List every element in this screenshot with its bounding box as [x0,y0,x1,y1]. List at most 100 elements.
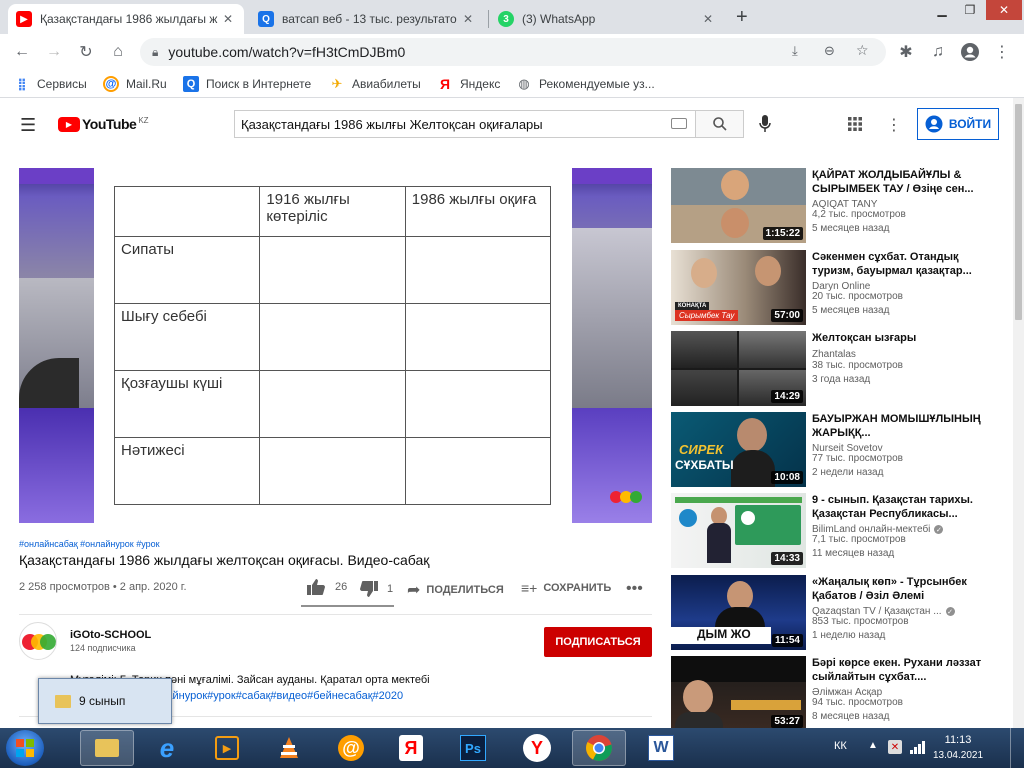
back-icon[interactable]: ← [10,40,34,64]
new-tab-button[interactable]: + [736,6,748,29]
microphone-icon[interactable] [758,114,772,139]
home-icon[interactable]: ⌂ [106,40,130,64]
tab-whatsapp[interactable]: 3 (3) WhatsApp ✕ [490,4,724,34]
related-video[interactable]: СИРЕК СҰХБАТЫ 10:08 БАУЫРЖАН МОМЫШҰЛЫНЫҢ… [671,412,1011,487]
youtube-logo[interactable]: ▶ YouTube KZ [58,116,149,132]
menu-icon[interactable]: ⋮ [990,40,1014,64]
minimize-button[interactable]: ▁ [928,0,956,20]
more-actions-icon[interactable]: ••• [626,580,643,598]
apps-icon[interactable] [848,117,862,136]
restore-button[interactable]: ❐ [956,0,984,20]
related-views: 77 тыс. просмотров [812,453,903,464]
table-row-label: Нәтижесі [113,437,261,505]
lock-icon: 🔒︎ [152,44,159,59]
bookmark-label: Сервисы [37,77,87,91]
profile-icon[interactable] [958,40,982,64]
subscriber-count: 124 подписчика [70,643,136,653]
related-video[interactable]: 53:27 Бәрі көрсе екен. Рухани ләззат сый… [671,656,1011,731]
related-video[interactable]: КОНАҚТА Сырымбек Тау 57:00 Сәкенмен сұхб… [671,250,1011,325]
related-title: «Жаңалық көп» - Тұрсынбек Қабатов / Әзіл… [812,576,967,602]
close-tab-icon[interactable]: ✕ [460,12,476,26]
close-window-button[interactable]: ✕ [986,0,1022,20]
save-label: СОХРАНИТЬ [543,582,612,594]
address-bar[interactable]: 🔒︎ youtube.com/watch?v=fH3tCmDJBm0 ⤓ ⊖ ☆ [140,38,886,66]
taskbar-word[interactable]: W [634,730,688,766]
keyboard-icon[interactable] [671,118,687,129]
taskbar-mailru[interactable]: @ [324,730,378,766]
close-tab-icon[interactable]: ✕ [700,12,716,26]
extensions-icon[interactable]: ✱ [894,40,918,64]
tray-arrow-icon[interactable]: ▲ [868,740,878,751]
install-icon[interactable]: ⤓ [792,43,798,59]
chrome-icon [586,735,612,761]
taskbar-photoshop[interactable]: Ps [446,730,500,766]
taskbar-media[interactable]: ▶ [200,730,254,766]
like-button[interactable]: 26 [306,578,347,596]
taskbar-chrome[interactable] [572,730,626,766]
action-center-icon[interactable]: ✕ [888,740,902,754]
bookmark-yandex[interactable]: Я Яндекс [437,75,500,93]
scrollbar-thumb[interactable] [1015,104,1022,320]
youtube-header: ☰ ▶ YouTube KZ Қазақстандағы 1986 жылғы … [0,98,1024,154]
related-views: 7,1 тыс. просмотров [812,534,906,545]
taskbar-explorer[interactable] [80,730,134,766]
taskbar-yandex-browser[interactable]: Y [510,730,564,766]
bookmark-recommended[interactable]: ◍ Рекомендуемые уз... [516,75,654,93]
bookmark-services[interactable]: ⣿ Сервисы [14,75,87,93]
show-desktop-button[interactable] [1010,728,1024,768]
search-icon: Q [183,76,199,92]
search-icon [712,117,727,131]
network-icon[interactable] [910,740,926,759]
language-indicator[interactable]: КК [834,740,847,752]
related-video[interactable]: 1:15:22 ҚАЙРАТ ЖОЛДЫБАЙҰЛЫ & СЫРЫМБЕК ТА… [671,168,1011,243]
related-views: 94 тыс. просмотров [812,697,903,708]
bookmark-search[interactable]: Q Поиск в Интернете [183,75,311,93]
table-header-cell: 1986 жылғы оқиға [404,186,552,237]
forward-icon[interactable]: → [42,40,66,64]
related-video[interactable]: ДЫМ ЖО 11:54 «Жаңалық көп» - Тұрсынбек Қ… [671,575,1011,650]
share-label: ПОДЕЛИТЬСЯ [426,584,504,596]
zoom-icon[interactable]: ⊖ [824,43,835,59]
bookmark-label: Mail.Ru [126,77,167,91]
taskbar-ie[interactable]: e [140,730,194,766]
sign-in-button[interactable]: ВОЙТИ [917,108,999,140]
more-options-icon[interactable]: ⋮ [886,115,902,135]
mailru-icon: @ [103,76,119,92]
clock-date[interactable]: 13.04.2021 [930,750,986,761]
related-video[interactable]: 14:29 Желтоқсан ызғары Zhantalas 38 тыс.… [671,331,1011,406]
taskbar-vlc[interactable] [262,730,316,766]
bookmarks-bar: ⣿ Сервисы @ Mail.Ru Q Поиск в Интернете … [0,70,1024,98]
reload-icon[interactable]: ↻ [74,40,98,64]
subscribe-button[interactable]: ПОДПИСАТЬСЯ [544,627,652,657]
tab-search[interactable]: Q ватсап веб - 13 тыс. результато ✕ [250,4,484,34]
vlc-icon [280,737,298,758]
related-title: 9 - сынып. Қазақстан тарихы. Қазақстан Р… [812,494,973,520]
search-button[interactable] [696,110,744,138]
taskbar-preview-tooltip[interactable]: 9 сынып [38,678,172,724]
video-player[interactable]: 1916 жылғы көтеріліс 1986 жылғы оқиға Си… [19,168,652,523]
hamburger-menu-icon[interactable]: ☰ [20,115,36,136]
tab-strip: ▶ Қазақстандағы 1986 жылдағы ж ✕ Q ватса… [0,0,1024,34]
bookmark-star-icon[interactable]: ☆ [856,42,869,59]
url-text: youtube.com/watch?v=fH3tCmDJBm0 [168,44,406,60]
media-icon[interactable]: ♫ [926,40,950,64]
tab-youtube[interactable]: ▶ Қазақстандағы 1986 жылдағы ж ✕ [8,4,244,34]
search-input[interactable]: Қазақстандағы 1986 жылғы Желтоқсан оқиға… [234,110,696,138]
divider [19,614,652,615]
clock-time[interactable]: 11:13 [930,734,986,746]
bookmark-mailru[interactable]: @ Mail.Ru [103,75,167,93]
dislike-button[interactable]: 1 [359,580,393,598]
bookmark-flights[interactable]: ✈ Авиабилеты [329,75,421,93]
taskbar-yandex[interactable]: Я [384,730,438,766]
related-date: 2 недели назад [812,467,884,478]
related-video[interactable]: 14:33 9 - сынып. Қазақстан тарихы. Қазақ… [671,493,1011,568]
page-scrollbar[interactable] [1013,98,1024,728]
save-button[interactable]: ≡+ СОХРАНИТЬ [521,580,611,596]
start-button[interactable] [6,730,44,766]
share-button[interactable]: ➦ ПОДЕЛИТЬСЯ [407,580,504,600]
channel-name[interactable]: iGOto-SCHOOL [70,629,151,641]
channel-avatar[interactable] [19,622,57,660]
close-tab-icon[interactable]: ✕ [220,12,236,26]
folder-icon [95,739,119,757]
hashtags[interactable]: #онлайнсабақ #онлайнурок #урок [19,539,160,549]
